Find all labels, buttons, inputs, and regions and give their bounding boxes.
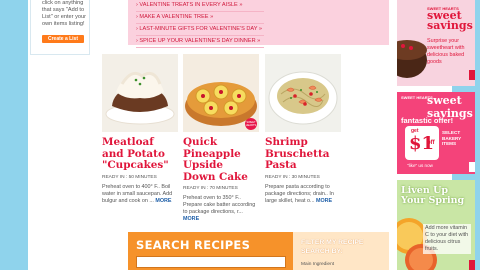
ad-arrow-icon xyxy=(469,162,475,172)
meatloaf-photo[interactable] xyxy=(102,54,178,132)
heart-coupon: get $1 off xyxy=(405,126,439,160)
shrimp-pasta-photo[interactable] xyxy=(265,54,341,132)
recipe-description: Preheat oven to 400° F.. Boil water in s… xyxy=(102,184,178,205)
cake-image xyxy=(397,0,427,86)
create-list-button[interactable]: Create a List xyxy=(42,35,84,43)
ad-arrow-icon xyxy=(469,260,475,270)
link-valentine-tree[interactable]: MAKE A VALENTINE TREE » xyxy=(136,12,264,24)
recipe-ready-time: READY IN : 30 MINUTES xyxy=(265,174,320,180)
ad-headline: sweet savings xyxy=(427,9,473,32)
page: click on anything that says "Add to List… xyxy=(28,0,475,270)
search-recipes-title: SEARCH RECIPES xyxy=(136,238,251,252)
like-us-link[interactable]: "like" us now xyxy=(407,163,433,168)
ad-text: Surprise your sweetheart with delicious … xyxy=(427,38,465,65)
recipe-card-meatloaf: Meatloaf and Potato "Cupcakes" READY IN … xyxy=(102,54,178,205)
pineapple-cake-photo[interactable]: SWEET HEARTS xyxy=(183,54,259,132)
filter-panel: FILTER MY RECIPE SEARCH BY: Main Ingredi… xyxy=(293,232,389,270)
link-valentine-treats[interactable]: VALENTINE TREATS IN EVERY AISLE » xyxy=(136,0,264,12)
citrus-ad[interactable]: Liven Up Your Spring Add more vitamin C … xyxy=(397,180,475,270)
recipe-description: Preheat oven to 350° F.. Prepare cake ba… xyxy=(183,195,259,223)
recipe-title[interactable]: Meatloaf and Potato "Cupcakes" xyxy=(102,136,178,172)
recipe-description: Prepare pasta according to package direc… xyxy=(265,184,341,205)
recipe-title[interactable]: Quick Pineapple Upside Down Cake xyxy=(183,136,259,183)
left-column: click on anything that says "Add to List… xyxy=(28,0,92,270)
main-ingredient-label: Main Ingredient xyxy=(301,262,335,267)
link-valentine-dinner[interactable]: SPICE UP YOUR VALENTINE'S DAY DINNER » xyxy=(136,36,264,48)
filter-title: FILTER MY RECIPE SEARCH BY: xyxy=(301,239,364,255)
link-last-minute-gifts[interactable]: LAST-MINUTE GIFTS FOR VALENTINE'S DAY » xyxy=(136,24,264,36)
select-bakery-items: SELECT BAKERY ITEMS xyxy=(442,130,462,146)
ad-arrow-icon xyxy=(469,70,475,80)
search-input[interactable] xyxy=(136,256,286,268)
sweet-savings-ad[interactable]: SWEET HEARTS sweet savings Surprise your… xyxy=(397,0,475,86)
search-recipes-panel: SEARCH RECIPES xyxy=(128,232,293,270)
shopping-list-promo: click on anything that says "Add to List… xyxy=(30,0,90,55)
recipe-title[interactable]: Shrimp Bruschetta Pasta xyxy=(265,136,341,172)
shopping-list-text: click on anything that says "Add to List… xyxy=(42,0,86,27)
more-link[interactable]: MORE xyxy=(155,198,171,204)
recipe-desc-text: Preheat oven to 350° F.. Prepare cake ba… xyxy=(183,195,256,215)
ad-headline: Liven Up Your Spring xyxy=(401,185,465,206)
more-link[interactable]: MORE xyxy=(183,216,199,222)
recipe-card-pineapple-cake: SWEET HEARTS Quick Pineapple Upside Down… xyxy=(183,54,259,223)
valentine-links-box: VALENTINE TREATS IN EVERY AISLE » MAKE A… xyxy=(128,0,389,48)
fantastic-offer-ad[interactable]: SWEET HEARTS sweet savings fantastic off… xyxy=(397,92,475,174)
recipe-ready-time: READY IN : 50 MINUTES xyxy=(102,174,157,180)
coupon-off: off xyxy=(427,140,435,146)
recipe-card-shrimp-pasta: Shrimp Bruschetta Pasta READY IN : 30 MI… xyxy=(265,54,341,205)
fantastic-offer-text: fantastic offer! xyxy=(401,116,454,125)
sweet-hearts-badge: SWEET HEARTS xyxy=(245,118,257,130)
more-link[interactable]: MORE xyxy=(316,198,332,204)
ad-text: Add more vitamin C to your diet with del… xyxy=(423,224,471,254)
recipe-ready-time: READY IN : 70 MINUTES xyxy=(183,186,238,191)
